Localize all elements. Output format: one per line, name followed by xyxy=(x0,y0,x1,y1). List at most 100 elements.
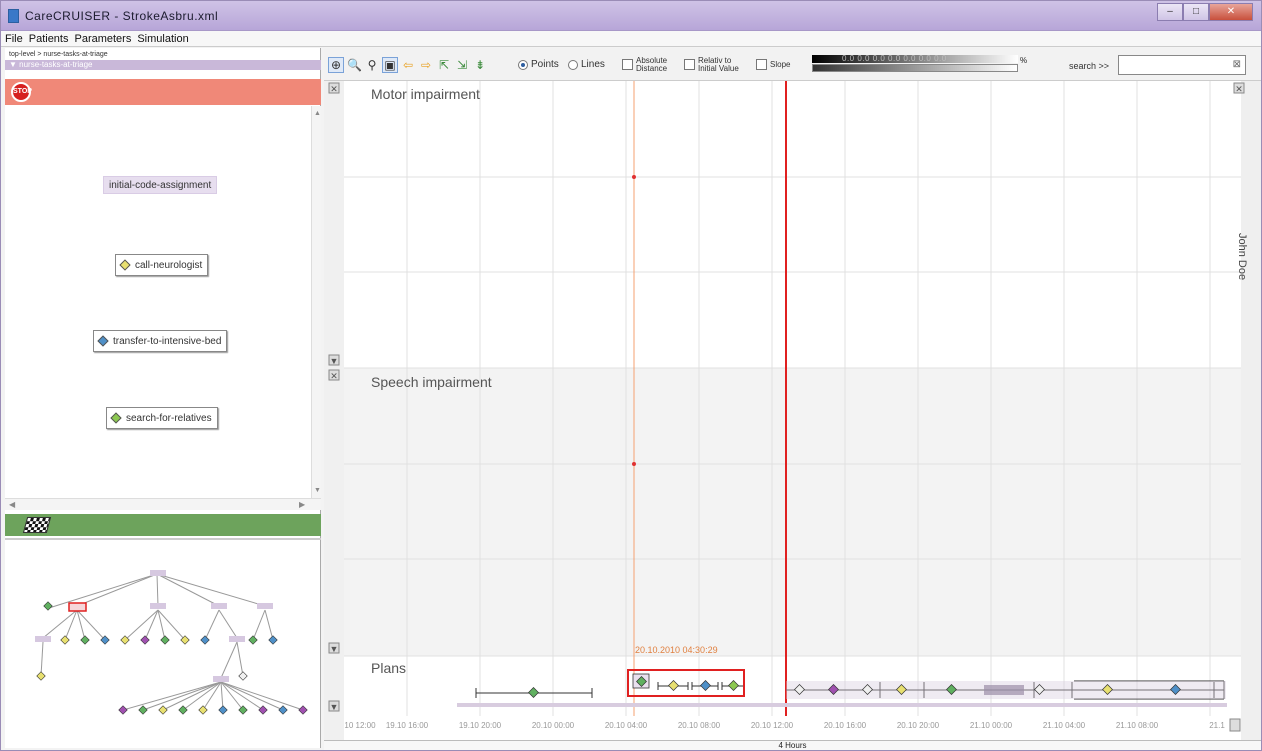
chart-mark xyxy=(142,681,222,711)
chart-mark xyxy=(60,635,70,645)
chart-mark xyxy=(40,641,44,677)
minimize-button[interactable]: – xyxy=(1157,3,1183,21)
search-input[interactable]: ⊠ xyxy=(1118,55,1246,75)
gradient-scale[interactable]: 0.0 0.0 0.0 0.0 0.0 0.0 0.0 xyxy=(812,55,1018,63)
chart-mark xyxy=(150,603,166,609)
chart-mark xyxy=(238,671,248,681)
chart-mark xyxy=(150,570,166,576)
zoom-select-icon[interactable]: ⊕ xyxy=(328,56,344,73)
patient-strip xyxy=(1241,81,1261,740)
tick-label: 21.10 04:00 xyxy=(1043,721,1086,730)
relative-label-line2: Initial Value xyxy=(698,63,739,73)
slope-checkbox[interactable]: Slope xyxy=(756,56,790,73)
scroll-up-icon[interactable]: ▲ xyxy=(314,110,321,117)
app-window: CareCRUISER - StrokeAsbru.xml – □ ✕ File… xyxy=(0,0,1262,751)
chart-mark xyxy=(264,609,274,641)
chart-mark xyxy=(220,641,238,679)
chart-mark xyxy=(229,636,245,642)
menu-parameters[interactable]: Parameters xyxy=(74,33,131,45)
close-button[interactable]: ✕ xyxy=(1209,3,1253,21)
plan-tree-overview[interactable] xyxy=(5,540,321,748)
absolute-label-line2: Distance xyxy=(636,63,668,73)
chart-mark xyxy=(124,609,159,641)
gradient-slider[interactable] xyxy=(812,64,1018,72)
stop-icon[interactable]: STOP xyxy=(11,82,32,102)
panel-title-plans: Plans xyxy=(371,660,406,676)
search-label[interactable]: search >> xyxy=(1069,61,1109,71)
absolute-label: Absolute Distance xyxy=(636,56,668,73)
menu-simulation[interactable]: Simulation xyxy=(137,33,188,45)
diamond-icon xyxy=(97,335,109,347)
breadcrumb[interactable]: top-level > nurse-tasks-at-triage xyxy=(9,51,108,58)
expand-icon[interactable]: ⇱ xyxy=(436,57,452,73)
points-radio[interactable]: Points xyxy=(518,56,559,73)
tick-label: 19.10 20:00 xyxy=(459,721,502,730)
task-call-neurologist[interactable]: call-neurologist xyxy=(115,254,209,276)
timeline-chart[interactable]: Motor impairment Speech impairment Plans… xyxy=(324,81,1261,740)
relative-initial-checkbox[interactable]: Relativ to Initial Value xyxy=(684,56,739,73)
time-scale-label: 4 Hours xyxy=(324,740,1261,750)
scroll-left-icon[interactable]: ◀ xyxy=(9,500,15,509)
zoom-in-icon[interactable]: 🔍 xyxy=(346,57,362,73)
collapse-panel-icon-glyph: ▼ xyxy=(330,644,339,654)
plan-pattern-block xyxy=(984,685,1024,695)
tick-label: 20.10 04:00 xyxy=(605,721,648,730)
points-label: Points xyxy=(531,59,559,70)
zoom-out-icon[interactable]: ⚲ xyxy=(364,57,380,73)
task-panel: top-level > nurse-tasks-at-triage ▼ nurs… xyxy=(5,48,321,748)
motor-data-point xyxy=(632,175,636,179)
chart-mark xyxy=(200,635,210,645)
chart-mark xyxy=(211,603,227,609)
chart-mark xyxy=(156,573,266,607)
scroll-down-icon[interactable]: ▼ xyxy=(314,487,321,494)
tick-label: 20.10 12:00 xyxy=(751,721,794,730)
task-transfer-to-intensive-bed[interactable]: transfer-to-intensive-bed xyxy=(93,330,228,352)
chart-mark xyxy=(257,603,273,609)
menu-file[interactable]: File xyxy=(5,33,23,45)
collapse-panel-icon-glyph: ▼ xyxy=(330,356,339,366)
step-forward-icon[interactable]: ⇨ xyxy=(418,57,434,73)
scroll-right-icon[interactable]: ▶ xyxy=(299,500,305,509)
task-initial-code-assignment[interactable]: initial-code-assignment xyxy=(103,176,218,194)
panel-title-speech: Speech impairment xyxy=(371,374,492,390)
close-panel-icon-glyph: ✕ xyxy=(330,84,338,94)
tick-label: 21.1 xyxy=(1209,721,1225,730)
finish-flag-icon[interactable] xyxy=(22,517,52,533)
task-search-for-relatives[interactable]: search-for-relatives xyxy=(106,407,218,429)
task-label: transfer-to-intensive-bed xyxy=(113,335,222,347)
lines-radio[interactable]: Lines xyxy=(568,56,605,73)
task-vertical-scrollbar[interactable]: ▲ ▼ xyxy=(311,106,321,498)
patient-name[interactable]: John Doe xyxy=(1232,233,1248,280)
menu-patients[interactable]: Patients xyxy=(29,33,69,45)
menu-bar: File Patients Parameters Simulation xyxy=(1,31,1261,47)
maximize-button[interactable]: □ xyxy=(1183,3,1209,21)
toolbar-zoom-group: ⊕ 🔍 ⚲ ▣ ⇦ ⇨ ⇱ ⇲ ⇟ xyxy=(328,56,490,73)
search-clear-icon[interactable]: ⊠ xyxy=(1233,59,1241,70)
collapse-icon[interactable]: ⇲ xyxy=(454,57,470,73)
chart-mark xyxy=(252,609,266,641)
speech-panel-bg xyxy=(344,368,1241,656)
relative-label: Relativ to Initial Value xyxy=(698,56,739,73)
filter-icon[interactable]: ⇟ xyxy=(472,57,488,73)
chart-mark xyxy=(204,609,220,641)
chart-mark xyxy=(258,705,268,715)
chart-mark xyxy=(298,705,308,715)
chart-mark xyxy=(278,705,288,715)
step-back-icon[interactable]: ⇦ xyxy=(400,57,416,73)
task-header[interactable]: ▼ nurse-tasks-at-triage xyxy=(5,60,321,70)
tick-label: 20.10 16:00 xyxy=(824,721,867,730)
chart-mark xyxy=(178,705,188,715)
chart-mark xyxy=(80,635,90,645)
chart-mark xyxy=(118,705,128,715)
lock-view-icon[interactable]: ▣ xyxy=(382,56,398,73)
task-horizontal-scrollbar[interactable]: ◀ ▶ xyxy=(5,498,321,510)
panel-title-motor: Motor impairment xyxy=(371,86,480,102)
absolute-distance-checkbox[interactable]: Absolute Distance xyxy=(622,56,667,73)
diamond-icon xyxy=(119,259,131,271)
collapse-panel-icon-glyph: ▼ xyxy=(330,702,339,712)
plan-overall-bar xyxy=(457,703,1227,707)
tick-label: 21.10 08:00 xyxy=(1116,721,1159,730)
diamond-icon xyxy=(110,412,122,424)
chart-mark xyxy=(76,573,158,607)
chart-mark xyxy=(48,573,158,609)
